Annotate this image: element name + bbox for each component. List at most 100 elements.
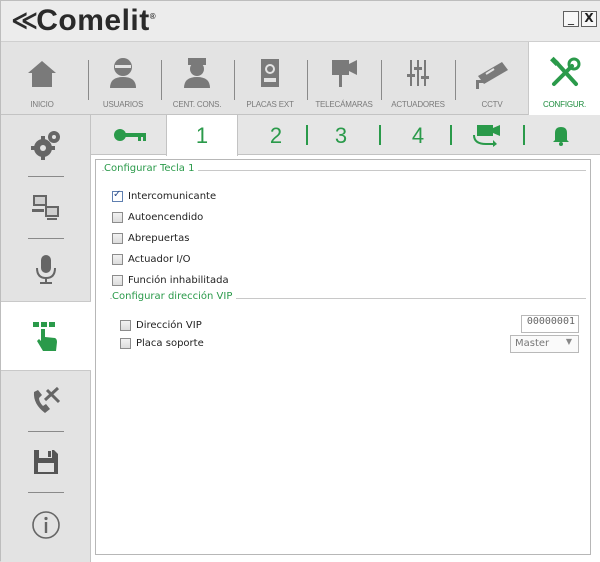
sidebar-item-info[interactable] [1,497,91,553]
toolbar-label: USUARIOS [102,100,144,109]
option-intercomunicante[interactable]: Intercomunicante [112,188,216,204]
toolbar-label: TELECÁMARAS [315,100,373,109]
toolbar-item-cent-cons[interactable]: CENT. CONS. [163,42,231,115]
toolbar-item-actuadores[interactable]: ACTUADORES [383,42,453,115]
option-placa-soporte[interactable]: Placa soporte [120,335,204,351]
placa-soporte-select[interactable]: Master ▼ [510,335,579,353]
tab-bell[interactable] [531,115,591,155]
home-icon [28,61,56,87]
placa-soporte-checkbox[interactable] [120,337,131,349]
content-area: 1 2 3 4 Configurar Tecla 1 ✓ Intercomuni… [91,115,600,562]
toolbar-label: PLACAS EXT [246,100,294,109]
left-sidebar [1,115,91,562]
toolbar-item-usuarios[interactable]: USUARIOS [93,42,153,115]
camera-icon [332,60,357,87]
save-icon [34,450,58,474]
option-abrepuertas[interactable]: Abrepuertas [112,230,189,246]
vip-address-input[interactable]: 00000001 [521,315,579,333]
direccion-vip-checkbox[interactable] [120,319,131,331]
tab-divider [450,125,452,145]
autoencendido-checkbox[interactable] [112,211,123,223]
sidebar-item-save[interactable] [1,434,91,490]
keypad-hand-icon [33,322,57,351]
network-icon [32,195,59,220]
logo-mark: ≪ [11,6,38,36]
toolbar-item-inicio[interactable]: INICIO [3,42,81,115]
close-button[interactable]: X [581,11,597,27]
vip-group-title: Configurar dirección VIP [112,291,237,302]
key-subtabs: 1 2 3 4 [91,115,600,156]
sidebar-item-audio[interactable] [1,241,91,297]
toolbar-item-placas-ext[interactable]: PLACAS EXT [237,42,303,115]
sidebar-divider [28,492,64,493]
tools-icon [549,56,580,86]
intercomunicante-checkbox[interactable] [112,189,123,202]
option-actuador-io[interactable]: Actuador I/O [112,251,191,267]
select-value: Master [515,338,550,349]
toolbar-divider [234,60,235,100]
toolbar-label: CCTV [481,100,503,109]
door-panel-icon [261,59,279,87]
sidebar-item-keypad[interactable] [1,301,91,371]
funcion-inhabilitada-checkbox[interactable] [112,274,123,286]
info-icon [32,511,60,539]
sidebar-item-settings[interactable] [1,117,91,173]
sliders-icon [407,60,429,86]
option-direccion-vip[interactable]: Dirección VIP [120,317,202,333]
option-funcion-inhabilitada[interactable]: Función inhabilitada [112,272,229,288]
option-label: Actuador I/O [128,253,191,265]
option-label: Placa soporte [136,337,204,349]
concierge-icon [184,58,210,88]
bell-icon [553,127,569,146]
toolbar-divider [307,60,308,100]
tab-key-3[interactable]: 3 [313,115,369,155]
chevron-down-icon: ▼ [565,337,572,346]
settings-panel: Configurar Tecla 1 Intercomunicante Auto… [95,159,591,555]
tab-key-1[interactable]: 1 [166,115,238,156]
actuador-io-checkbox[interactable] [112,253,123,265]
sidebar-divider [28,238,64,239]
sidebar-divider [28,176,64,177]
app-window: ≪ Comelit® _ X INICIO USUARIOS CENT. CON… [0,0,600,562]
option-label: Intercomunicante [128,190,217,202]
toolbar-label: ACTUADORES [391,100,445,109]
toolbar-divider [88,60,89,100]
toolbar-item-telecamaras[interactable]: TELECÁMARAS [309,42,379,115]
minimize-button[interactable]: _ [563,11,579,27]
toolbar-divider [455,60,456,100]
tab-divider [379,125,381,145]
microphone-icon [36,255,56,284]
gears-icon [31,131,60,160]
logo-text: Comelit® [36,4,157,37]
tab-key-4[interactable]: 4 [389,115,447,155]
option-label: Dirección VIP [136,319,202,331]
tab-camera-swap[interactable] [455,115,519,155]
title-bar: ≪ Comelit® _ X [1,1,600,41]
user-icon [110,58,136,88]
key-icon [114,129,146,141]
cctv-icon [476,62,508,89]
phone-tools-icon [33,386,61,413]
toolbar-divider [161,60,162,100]
tab-divider [306,125,308,145]
key-tab[interactable] [101,115,159,155]
option-label: Abrepuertas [128,232,190,244]
comelit-logo: ≪ Comelit® [11,4,157,37]
option-label: Autoencendido [128,211,204,223]
abrepuertas-checkbox[interactable] [112,232,123,244]
tab-divider [523,125,525,145]
sidebar-item-network[interactable] [1,179,91,235]
sidebar-item-phone-config[interactable] [1,373,91,429]
tab-key-2[interactable]: 2 [248,115,304,155]
toolbar-item-configur[interactable]: CONFIGUR. [528,42,600,116]
toolbar-label: CENT. CONS. [172,100,222,109]
toolbar-item-cctv[interactable]: CCTV [457,42,527,115]
camera-swap-icon [473,125,500,147]
main-toolbar: INICIO USUARIOS CENT. CONS. PLACAS EXT T… [1,41,600,116]
toolbar-label: INICIO [30,100,54,109]
sidebar-divider [28,431,64,432]
toolbar-label: CONFIGUR. [542,100,587,109]
option-autoencendido[interactable]: Autoencendido [112,209,203,225]
toolbar-divider [381,60,382,100]
option-label: Función inhabilitada [128,274,229,286]
